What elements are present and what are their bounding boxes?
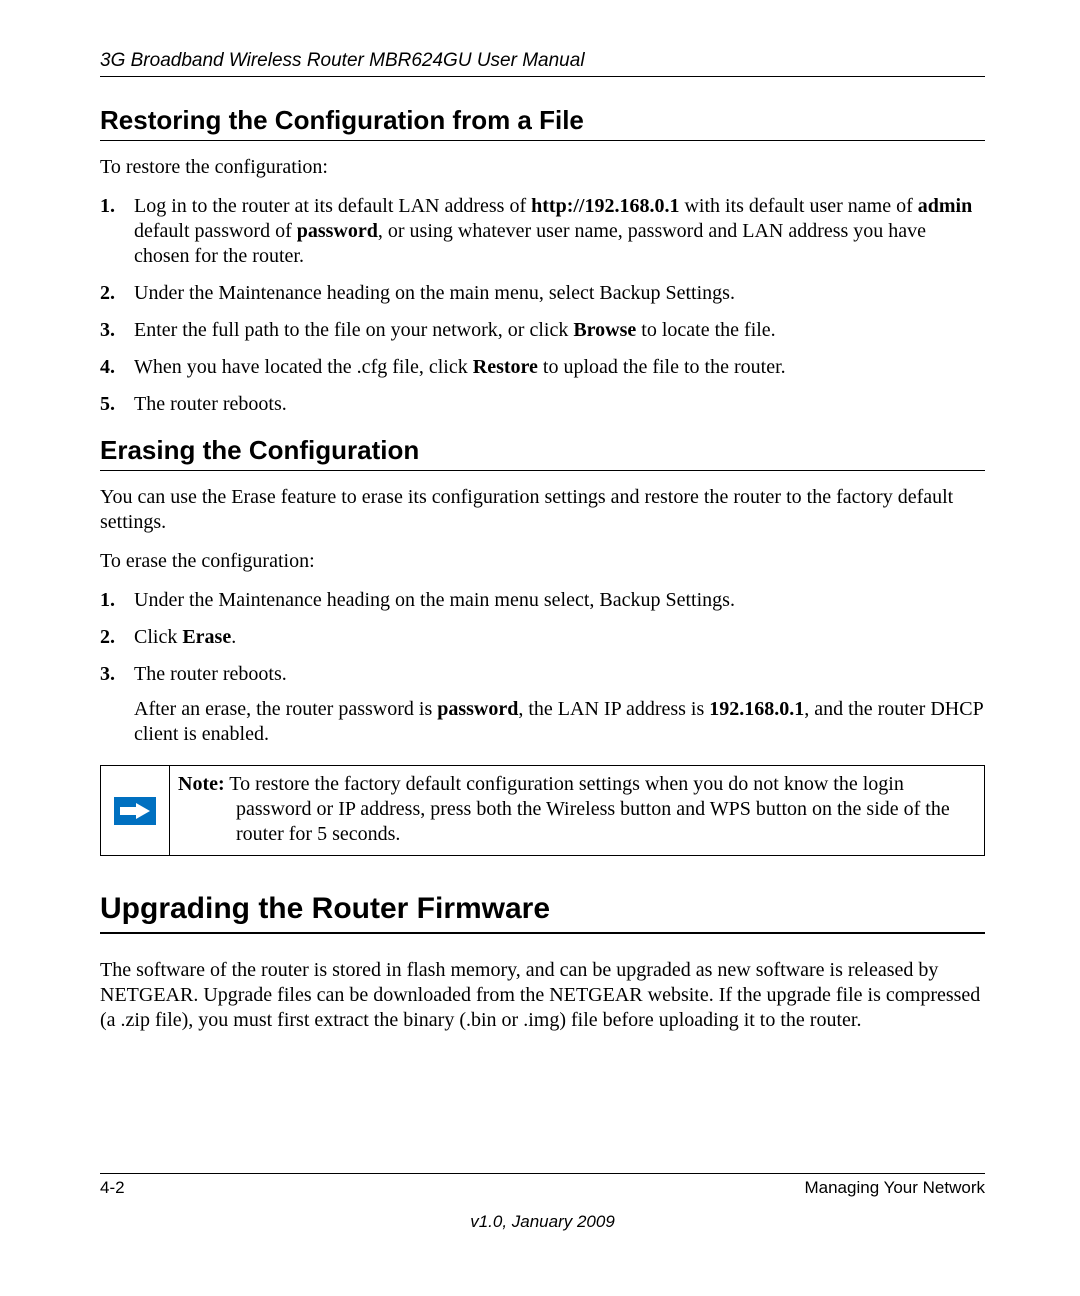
note-label: Note: [178,773,225,795]
bold-text: http://192.168.0.1 [531,195,679,217]
bold-text: admin [918,195,972,217]
chapter-title: Managing Your Network [804,1178,985,1198]
step-text: When you have located the .cfg file, cli… [134,356,473,378]
step-text: Under the Maintenance heading on the mai… [134,589,735,611]
step-text: default password of [134,220,297,242]
intro-paragraph: To restore the configuration: [100,155,985,180]
step-item: The router reboots. After an erase, the … [100,662,985,747]
bold-text: Restore [473,356,538,378]
section-rule [100,470,985,471]
step-text: , the LAN IP address is [518,698,709,720]
step-item: Log in to the router at its default LAN … [100,194,985,269]
step-item: Click Erase. [100,625,985,650]
step-text: Log in to the router at its default LAN … [134,195,531,217]
step-text: The router reboots. [134,663,287,685]
page-footer: 4-2 Managing Your Network v1.0, January … [100,1173,985,1232]
bold-text: Browse [573,319,636,341]
note-text: Note: To restore the factory default con… [170,766,984,855]
step-text: to upload the file to the router. [538,356,786,378]
step-text: After an erase, the router password is [134,698,437,720]
intro-paragraph: You can use the Erase feature to erase i… [100,485,985,535]
footer-rule [100,1173,985,1174]
section-rule [100,140,985,141]
step-item: Under the Maintenance heading on the mai… [100,588,985,613]
version-line: v1.0, January 2009 [100,1212,985,1232]
step-text: Enter the full path to the file on your … [134,319,573,341]
page-number: 4-2 [100,1178,125,1198]
bold-text: password [297,220,378,242]
body-paragraph: The software of the router is stored in … [100,958,985,1033]
section-title-restoring: Restoring the Configuration from a File [100,105,985,136]
step-text: Click [134,626,182,648]
step-text: Under the Maintenance heading on the mai… [134,282,735,304]
note-box: Note: To restore the factory default con… [100,765,985,856]
step-text: . [231,626,236,648]
step-item: The router reboots. [100,392,985,417]
step-item: Under the Maintenance heading on the mai… [100,281,985,306]
step-text: to locate the file. [636,319,775,341]
step-text: with its default user name of [679,195,917,217]
bold-text: 192.168.0.1 [709,698,804,720]
note-icon-cell [101,766,170,855]
steps-list-erasing: Under the Maintenance heading on the mai… [100,588,985,747]
note-body: To restore the factory default configura… [225,773,950,845]
running-header: 3G Broadband Wireless Router MBR624GU Us… [100,50,985,72]
step-item: When you have located the .cfg file, cli… [100,355,985,380]
step-text: The router reboots. [134,393,287,415]
step-sub-paragraph: After an erase, the router password is p… [134,697,985,747]
bold-text: password [437,698,518,720]
section-title-erasing: Erasing the Configuration [100,435,985,466]
step-item: Enter the full path to the file on your … [100,318,985,343]
arrow-right-icon [114,797,156,825]
header-rule [100,76,985,77]
section-title-upgrading: Upgrading the Router Firmware [100,892,985,926]
intro-paragraph: To erase the configuration: [100,549,985,574]
manual-page: 3G Broadband Wireless Router MBR624GU Us… [0,0,1080,1272]
steps-list-restoring: Log in to the router at its default LAN … [100,194,985,417]
major-rule [100,932,985,934]
bold-text: Erase [182,626,231,648]
